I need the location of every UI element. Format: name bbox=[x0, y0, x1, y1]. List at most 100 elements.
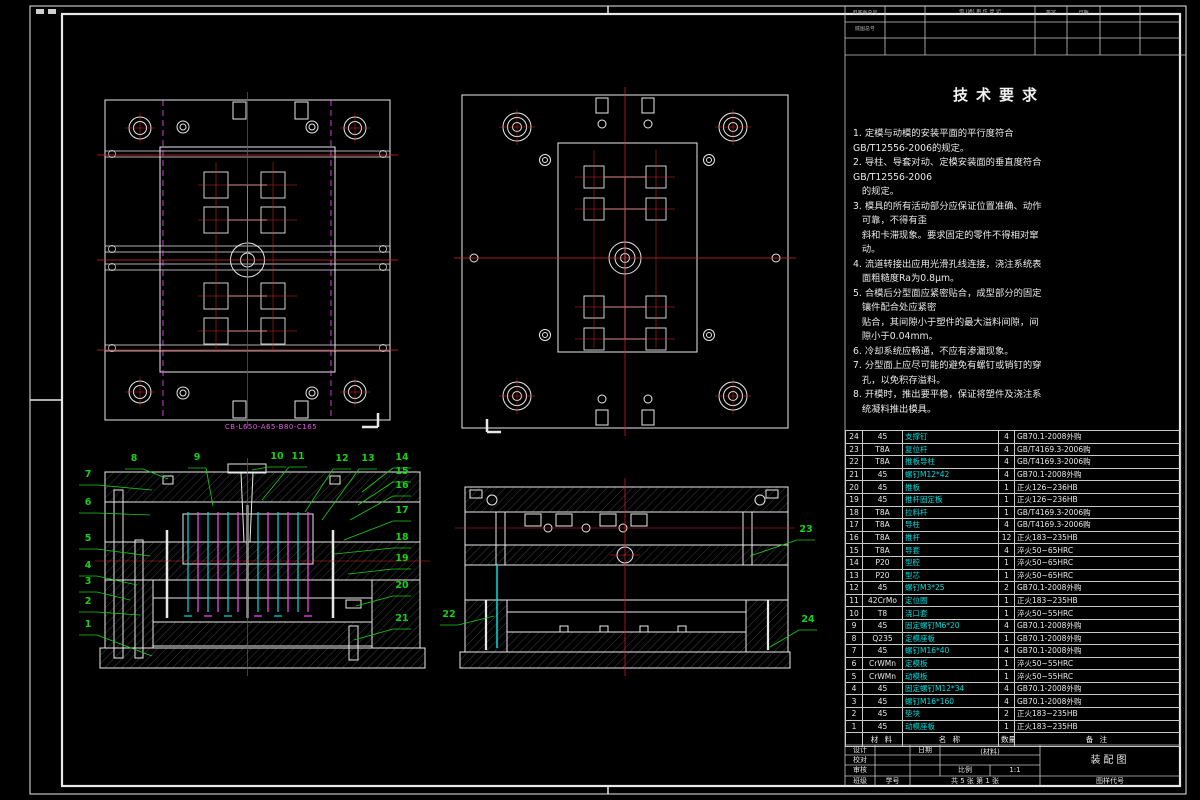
borrow-record-label: 借 (通) 用 件 登 记 bbox=[959, 9, 1001, 15]
tech-requirement-line: 动。 bbox=[853, 244, 881, 255]
audit-label: 审核 bbox=[853, 766, 867, 774]
tech-requirement-line: 贴合，其间隙小于塑件的最大溢料间隙，间 bbox=[853, 316, 1039, 328]
cad-drawing-sheet: 1 2 3 4 5 6 7 8 9 10 11 12 13 14 15 16 17 18 19 20 21 22 23 24 … bbox=[0, 0, 1200, 800]
tech-requirement-line: GB/T12556-2006 bbox=[853, 171, 932, 183]
tech-requirement-line: 4. 流道转接出应用光滑孔线连接，浇注系统表 bbox=[853, 258, 1042, 270]
callout-21: 21 bbox=[395, 613, 409, 624]
callout-2: 2 bbox=[84, 596, 92, 607]
tech-requirement-line: 3. 模具的所有活动部分应保证位置准确、动作 bbox=[853, 200, 1042, 212]
tech-requirement-line: 斜和卡滞现象。要求固定的零件不得相对窜 bbox=[853, 229, 1039, 241]
callout-14: 14 bbox=[395, 452, 409, 463]
callout-11: 11 bbox=[291, 451, 305, 462]
drawing-code-label: 图样代号 bbox=[1096, 777, 1124, 785]
tech-requirement-line: 5. 合模后分型面应紧密贴合，成型部分的固定 bbox=[853, 287, 1042, 299]
callout-24: 24 bbox=[801, 614, 815, 625]
bom-row: 9 45 固定螺钉M6*20 4 GB70.1-2008外购 bbox=[845, 618, 1181, 633]
bom-header-row: 材 料 名 称 数量 备 注 bbox=[845, 732, 1181, 748]
base-no-label: 底图总号 bbox=[854, 26, 875, 32]
tech-requirement-line: 孔，以免积存溢料。 bbox=[853, 374, 946, 386]
bom-row: 16 T8A 推杆 12 正火183~235HB bbox=[845, 530, 1181, 545]
tech-requirement-line: 6. 冷却系统应畅通，不应有渗漏现象。 bbox=[853, 345, 1014, 357]
view2-centerlines bbox=[454, 87, 796, 436]
tech-requirement-line: 的规定。 bbox=[853, 186, 900, 197]
student-label: 学号 bbox=[885, 777, 900, 785]
view1-centerlines bbox=[97, 92, 398, 428]
callout-18: 18 bbox=[395, 532, 409, 543]
design-label: 设计 bbox=[853, 746, 867, 754]
view-section-left bbox=[99, 463, 426, 669]
sheet-info: 共 5 张 第 1 张 bbox=[950, 777, 1000, 785]
date-label: 日期 bbox=[918, 746, 932, 754]
callout-9: 9 bbox=[193, 452, 201, 463]
scale-label: 比例 bbox=[958, 766, 972, 774]
bom-row: 6 CrWMn 定模板 1 淬火50~55HRC bbox=[845, 656, 1181, 671]
bom-row: 13 P20 型芯 1 淬火50~65HRC bbox=[845, 568, 1181, 583]
section-mark-right bbox=[485, 419, 501, 434]
bom-row: 7 45 螺钉M16*40 4 GB70.1-2008外购 bbox=[845, 644, 1181, 658]
callout-17: 17 bbox=[395, 505, 409, 516]
tech-requirement-line: 镶件配合处应紧密 bbox=[853, 302, 937, 313]
bom-header-material: 材 料 bbox=[862, 732, 903, 748]
bom-table: 24 45 支撑钉 4 GB70.1-2008外购 23 T8A 复位杆 4 GB/T4169.3… bbox=[845, 430, 1181, 748]
technical-requirements-body: 1. 定模与动模的安装平面的平行度符合 GB/T12556-2006的规定。 2. … bbox=[853, 127, 1145, 417]
bom-row: 22 T8A 推板导柱 4 GB/T4169.3-2006购 bbox=[845, 455, 1181, 469]
bom-row: 18 T8A 拉料杆 1 GB/T4169.3-2006购 bbox=[845, 505, 1181, 520]
callout-12: 12 bbox=[335, 453, 349, 464]
callout-6: 6 bbox=[84, 497, 92, 508]
callout-5: 5 bbox=[84, 533, 92, 544]
callout-15: 15 bbox=[395, 466, 409, 477]
scale-value: 1:1 bbox=[1009, 766, 1021, 774]
tech-requirement-line: GB/T12556-2006的规定。 bbox=[853, 142, 970, 154]
callout-10: 10 bbox=[270, 451, 284, 462]
bom-row: 11 42CrMo 定位圈 1 正火183~235HB bbox=[845, 593, 1181, 608]
bom-row: 20 45 推板 1 正火126~236HB bbox=[845, 480, 1181, 494]
tech-requirement-line: 统凝料推出模具。 bbox=[853, 403, 937, 415]
bom-header-no bbox=[845, 732, 863, 748]
callout-1: 1 bbox=[84, 619, 92, 630]
bom-row: 21 45 螺钉M12*42 4 GB70.1-2008外购 bbox=[845, 467, 1181, 482]
callout-20: 20 bbox=[395, 580, 409, 591]
tech-requirement-line: 8. 开模时，推出要平稳，保证将塑件及浇注系 bbox=[853, 389, 1042, 400]
callout-7: 7 bbox=[84, 469, 92, 480]
bom-row: 23 T8A 复位杆 4 GB/T4169.3-2006购 bbox=[845, 442, 1181, 457]
bom-header-name: 名 称 bbox=[902, 732, 999, 748]
bom-row: 17 T8A 导柱 4 GB/T4169.3-2006购 bbox=[845, 518, 1181, 532]
tech-requirement-line: 1. 定模与动模的安装平面的平行度符合 bbox=[853, 128, 1014, 139]
tech-requirement-line: 面粗糙度Ra为0.8μm。 bbox=[853, 273, 960, 284]
bom-row: 10 T8 浇口套 1 淬火50~55HRC bbox=[845, 606, 1181, 620]
old-base-no-label: 旧底图总号 bbox=[852, 10, 878, 16]
bom-row: 12 45 螺钉M3*25 2 GB70.1-2008外购 bbox=[845, 581, 1181, 595]
moldbase-code-caption: CB-L650-A65-B80-C165 bbox=[224, 423, 318, 431]
material-label: (材料) bbox=[980, 748, 1000, 756]
callout-8: 8 bbox=[130, 453, 138, 464]
bom-row: 3 45 螺钉M16*160 4 GB70.1-2008外购 bbox=[845, 694, 1181, 709]
sign-label: 签字 bbox=[1045, 10, 1056, 16]
bom-header-qty: 数量 bbox=[998, 732, 1015, 748]
tech-requirement-line: 隙小于0.04mm。 bbox=[853, 331, 938, 342]
date-label-top: 日期 bbox=[1078, 10, 1089, 16]
bom-row: 15 T8A 导套 4 淬火50~65HRC bbox=[845, 543, 1181, 557]
check-label: 校对 bbox=[853, 756, 867, 764]
bom-header-remark: 备 注 bbox=[1014, 732, 1181, 748]
callout-23: 23 bbox=[799, 524, 813, 535]
drawing-name: 装配图 bbox=[1090, 755, 1130, 766]
callout-13: 13 bbox=[361, 453, 375, 464]
technical-requirements: 技术要求 1. 定模与动模的安装平面的平行度符合 GB/T12556-2006的规… bbox=[853, 84, 1145, 417]
bom-row: 5 CrWMn 动模板 1 淬火50~55HRC bbox=[845, 669, 1181, 683]
tech-requirement-line: 7. 分型面上应尽可能的避免有螺钉或销钉的穿 bbox=[853, 360, 1042, 371]
bom-row: 4 45 固定螺钉M12*34 4 GB70.1-2008外购 bbox=[845, 681, 1181, 696]
technical-requirements-title: 技术要求 bbox=[952, 86, 1045, 104]
callout-4: 4 bbox=[84, 560, 92, 571]
callout-19: 19 bbox=[395, 553, 409, 564]
bom-row: 8 Q235 定模座板 1 GB70.1-2008外购 bbox=[845, 631, 1181, 646]
tech-requirement-line: 可靠，不得有歪 bbox=[853, 215, 927, 226]
bom-row: 24 45 支撑钉 4 GB70.1-2008外购 bbox=[845, 430, 1181, 444]
callout-3: 3 bbox=[84, 576, 92, 587]
bom-row: 19 45 推杆固定板 1 正火126~236HB bbox=[845, 492, 1181, 507]
class-label: 班级 bbox=[853, 777, 867, 785]
bom-row: 2 45 垫块 2 正火183~235HB bbox=[845, 707, 1181, 721]
tech-requirement-line: 2. 导柱、导套对动、定模安装面的垂直度符合 bbox=[853, 157, 1042, 168]
callout-22: 22 bbox=[442, 609, 456, 620]
callout-16: 16 bbox=[395, 480, 409, 491]
bom-row: 14 P20 型腔 1 淬火50~65HRC bbox=[845, 555, 1181, 570]
